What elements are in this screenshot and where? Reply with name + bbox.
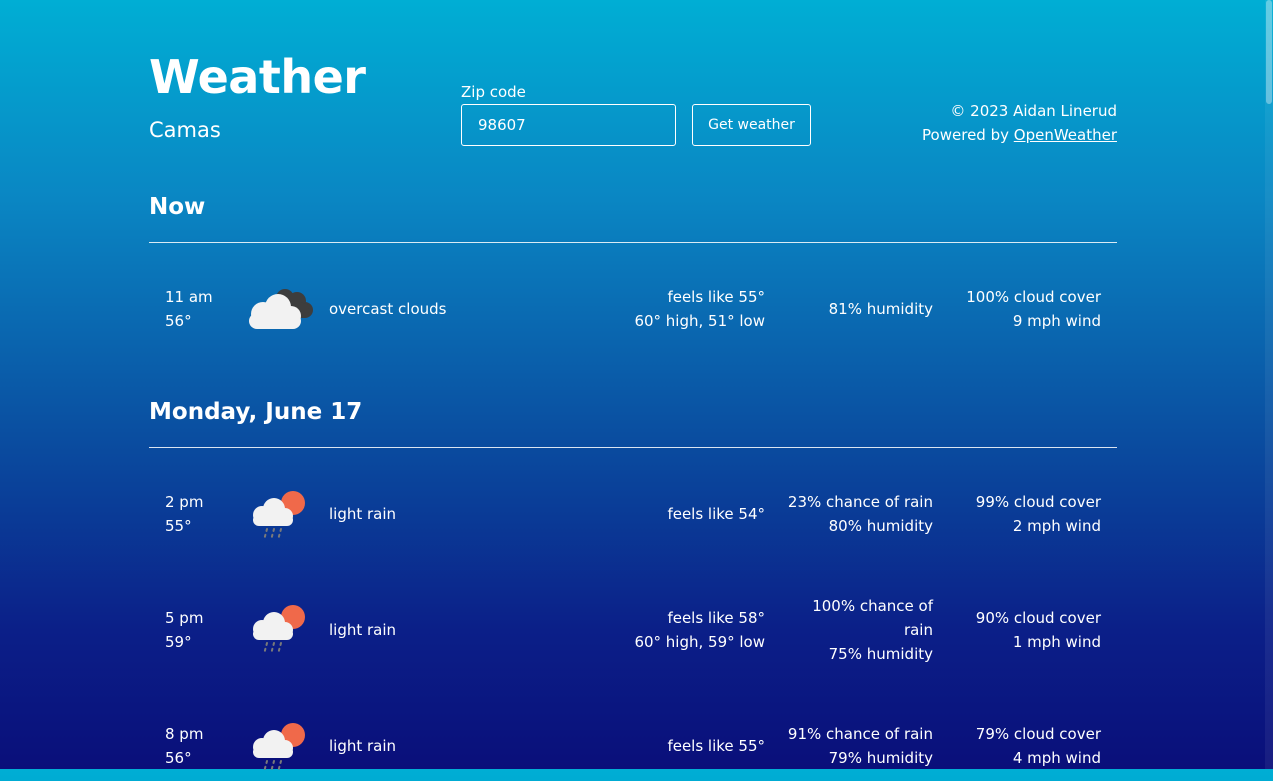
rain-humidity-block: 100% chance of rain 75% humidity [793,594,933,666]
cloud-wind-block: 90% cloud cover 1 mph wind [976,606,1101,654]
temperature: 59° [165,633,192,651]
chance-of-rain: 23% chance of rain [787,493,933,511]
light-rain-icon [245,490,317,541]
cloud-wind-block: 79% cloud cover 4 mph wind [976,722,1101,770]
weather-description: light rain [329,621,397,639]
feels-like-block: feels like 54° [667,502,765,526]
weather-page: Weather Camas Zip code Get weather © 202… [0,0,1273,773]
zip-code-label: Zip code [461,83,526,101]
now-row: 11 am 56° overcast clouds feels like 55°… [149,285,1117,335]
forecast-row: 5 pm 59° light rain feels like 58° 60° h… [149,594,1117,668]
feels-like: feels like 58° [667,609,765,627]
high-low: 60° high, 51° low [634,312,765,330]
zip-code-input[interactable] [461,104,676,146]
weather-description: light rain [329,737,397,755]
chance-of-rain: 91% chance of rain [787,725,933,743]
forecast-row: 2 pm 55° light rain feels like 54° 23% c… [149,490,1117,541]
page-title: Weather [149,50,366,104]
forecast-row: 8 pm 56° light rain feels like 55° 91% c… [149,722,1117,773]
feels-like-block: feels like 55° [667,734,765,758]
feels-like-block: feels like 58° 60° high, 59° low [634,606,765,654]
wind: 4 mph wind [1012,749,1101,767]
get-weather-button[interactable]: Get weather [692,104,811,146]
forecast-time: 5 pm 59° [165,606,203,654]
scrollbar[interactable] [1265,0,1273,769]
rain-humidity-block: 23% chance of rain 80% humidity [788,490,933,538]
now-divider [149,242,1117,243]
forecast-time: 11 am 56° [165,285,213,333]
humidity: 80% humidity [828,517,933,535]
wind: 2 mph wind [1012,517,1101,535]
chance-of-rain: 100% chance of rain [812,597,933,639]
time-label: 8 pm [165,725,204,743]
time-label: 5 pm [165,609,204,627]
cloud-wind-block: 99% cloud cover 2 mph wind [976,490,1101,538]
feels-like-block: feels like 55° 60° high, 51° low [634,285,765,333]
light-rain-icon [245,722,317,773]
copyright-text: © 2023 Aidan Linerud [950,102,1117,120]
temperature: 56° [165,312,192,330]
light-rain-icon [245,604,317,655]
feels-like: feels like 55° [667,288,765,306]
wind: 1 mph wind [1012,633,1101,651]
weather-description: overcast clouds [329,300,447,318]
temperature: 55° [165,517,192,535]
overcast-clouds-icon [245,283,317,331]
humidity: 81% humidity [828,300,933,318]
high-low: 60° high, 59° low [634,633,765,651]
credits: © 2023 Aidan Linerud Powered by OpenWeat… [922,99,1117,147]
feels-like: feels like 54° [667,505,765,523]
powered-by-line: Powered by OpenWeather [922,123,1117,147]
humidity-block: 81% humidity [829,297,933,321]
time-label: 11 am [165,288,213,306]
powered-by-prefix: Powered by [922,126,1014,144]
humidity: 75% humidity [828,645,933,663]
wind: 9 mph wind [1012,312,1101,330]
cloud-cover: 79% cloud cover [975,725,1101,743]
forecast-time: 8 pm 56° [165,722,203,770]
time-label: 2 pm [165,493,204,511]
cloud-cover: 100% cloud cover [966,288,1101,306]
humidity: 79% humidity [828,749,933,767]
cloud-cover: 90% cloud cover [975,609,1101,627]
now-heading: Now [149,194,206,220]
rain-humidity-block: 91% chance of rain 79% humidity [788,722,933,770]
day-heading: Monday, June 17 [149,399,363,425]
cloud-wind-block: 100% cloud cover 9 mph wind [966,285,1101,333]
weather-description: light rain [329,505,397,523]
cloud-cover: 99% cloud cover [975,493,1101,511]
city-name: Camas [149,118,221,142]
feels-like: feels like 55° [667,737,765,755]
temperature: 56° [165,749,192,767]
day-divider [149,447,1117,448]
scrollbar-thumb[interactable] [1266,0,1272,104]
forecast-time: 2 pm 55° [165,490,203,538]
openweather-link[interactable]: OpenWeather [1014,126,1117,144]
